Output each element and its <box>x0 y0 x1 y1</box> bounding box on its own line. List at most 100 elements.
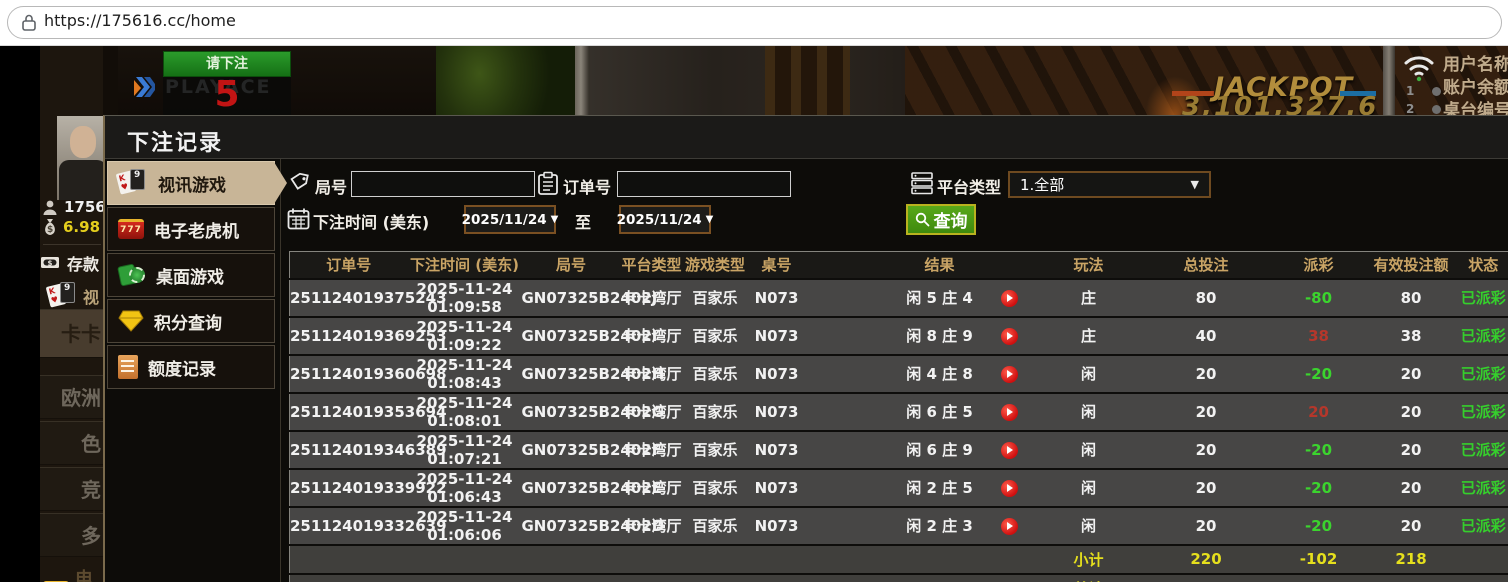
lobby-tab-active[interactable]: 卡卡 <box>40 309 103 358</box>
cell-play: 闲 <box>1034 393 1144 431</box>
table-row: 251124019339922 2025-11-24 01:06:43 GN07… <box>290 469 1508 507</box>
cell-game-no: GN07325B2402E <box>522 469 621 507</box>
cell-order-no: 251124019332639 <box>290 507 408 545</box>
clipboard-icon <box>537 171 559 196</box>
tab-points-query[interactable]: 积分查询 <box>107 299 275 343</box>
cell-game-no: GN07325B2402H <box>522 355 621 393</box>
tab-quota-records[interactable]: 额度记录 <box>107 345 275 389</box>
browser-address-bar: https://175616.cc/home <box>0 0 1508 46</box>
order-no-input[interactable] <box>617 171 791 197</box>
result-text: 闲 4 庄 8 <box>906 365 973 383</box>
summary-row: 总计 220 -102 218 <box>290 574 1508 582</box>
cell-blank <box>290 574 1034 582</box>
cell-status: 已派彩 <box>1454 355 1508 393</box>
tag-icon <box>289 172 311 194</box>
cell-platform: 卡卡湾厅 <box>621 355 683 393</box>
plant-decor <box>436 46 581 115</box>
cell-valid-bet: 80 <box>1369 279 1454 317</box>
chevron-down-icon: ▼ <box>551 214 559 225</box>
tab-slots[interactable]: 777 电子老虎机 <box>107 207 275 251</box>
cell-status: 已派彩 <box>1454 393 1508 431</box>
diamond-icon <box>118 310 144 332</box>
replay-icon[interactable] <box>1001 404 1018 421</box>
summary-row: 小计 220 -102 218 <box>290 545 1508 574</box>
cell-total-bet: 20 <box>1144 355 1269 393</box>
marble-wall <box>575 46 920 115</box>
lobby-tab[interactable]: 多 <box>40 513 103 557</box>
replay-icon[interactable] <box>1001 366 1018 383</box>
tab-label: 电子老虎机 <box>154 217 239 242</box>
game-no-input[interactable] <box>351 171 535 197</box>
platform-select[interactable]: 1.全部 ▼ <box>1008 171 1211 198</box>
tab-label: 额度记录 <box>148 355 216 380</box>
page-sidebar: 1756 $ 6.98 $ 存款 K♥9 视 卡卡 欧 <box>40 46 103 582</box>
cell-status: 已派彩 <box>1454 431 1508 469</box>
dot-icon <box>1432 87 1441 96</box>
summary-label: 总计 <box>1034 574 1144 582</box>
platform-selected-value: 1.全部 <box>1020 174 1064 195</box>
to-label: 至 <box>575 209 591 233</box>
date-from-picker[interactable]: 2025/11/24 ▼ <box>464 205 556 234</box>
slots-row[interactable]: 777 电子 <box>43 565 103 582</box>
tab-video-games[interactable]: K♥9 视讯游戏 <box>107 161 275 205</box>
cell-payout: 38 <box>1269 317 1369 355</box>
cell-game-no: GN07325B2402I <box>522 317 621 355</box>
result-text: 闲 6 庄 9 <box>906 441 973 459</box>
cell-play: 闲 <box>1034 507 1144 545</box>
result-text: 闲 6 庄 5 <box>906 403 973 421</box>
cell-status: 已派彩 <box>1454 279 1508 317</box>
cell-valid-bet: 20 <box>1369 431 1454 469</box>
summary-payout: -102 <box>1269 545 1369 574</box>
tab-label: 积分查询 <box>154 309 222 334</box>
date-to-value: 2025/11/24 <box>617 212 702 228</box>
cell-game-no: GN07325B2402J <box>522 279 621 317</box>
balance-label: 账户余额 <box>1443 73 1508 98</box>
cell-play: 闲 <box>1034 355 1144 393</box>
replay-icon[interactable] <box>1001 518 1018 535</box>
result-text: 闲 8 庄 9 <box>906 327 973 345</box>
summary-valid-bet: 218 <box>1369 574 1454 582</box>
replay-icon[interactable] <box>1001 442 1018 459</box>
tab-label: 视讯游戏 <box>158 171 226 196</box>
col-status: 状态 <box>1454 252 1508 279</box>
summary-total-bet: 220 <box>1144 574 1269 582</box>
cell-game-type: 百家乐 <box>683 317 748 355</box>
deposit-label: 存款 <box>67 251 99 275</box>
cell-game-no: GN07325B2402D <box>522 507 621 545</box>
search-button[interactable]: 查询 <box>906 204 976 235</box>
cell-game-type: 百家乐 <box>683 279 748 317</box>
lobby-tab[interactable]: 欧洲 <box>40 375 103 419</box>
cell-platform: 卡卡湾厅 <box>621 469 683 507</box>
replay-icon[interactable] <box>1001 290 1018 307</box>
video-games-row[interactable]: K♥9 视 <box>48 282 99 310</box>
lobby-tab[interactable]: 色 <box>40 421 103 465</box>
date-to-picker[interactable]: 2025/11/24 ▼ <box>619 205 711 234</box>
seat-index-2: 2 <box>1406 102 1441 116</box>
cell-order-no: 251124019346389 <box>290 431 408 469</box>
bronze-pillar <box>765 46 850 115</box>
url-text[interactable]: https://175616.cc/home <box>44 11 236 30</box>
summary-valid-bet: 218 <box>1369 545 1454 574</box>
col-game-no: 局号 <box>522 252 621 279</box>
chevron-down-icon: ▼ <box>1191 178 1199 191</box>
deposit-row[interactable]: $ 存款 <box>40 251 99 275</box>
cell-platform: 卡卡湾厅 <box>621 279 683 317</box>
banknote-icon: $ <box>40 255 62 271</box>
tab-table-games[interactable]: 桌面游戏 <box>107 253 275 297</box>
cell-table-no: N073 <box>748 355 806 393</box>
cards-icon: K♥9 <box>118 169 148 197</box>
avatar <box>57 116 107 200</box>
cell-status: 已派彩 <box>1454 507 1508 545</box>
col-bet-time: 下注时间 (美东) <box>408 252 522 279</box>
cell-valid-bet: 38 <box>1369 317 1454 355</box>
replay-icon[interactable] <box>1001 328 1018 345</box>
lobby-tab[interactable]: 竞 <box>40 467 103 511</box>
cell-table-no: N073 <box>748 393 806 431</box>
document-icon <box>118 355 138 379</box>
calendar-icon <box>287 207 310 230</box>
col-total-bet: 总投注 <box>1144 252 1269 279</box>
cell-order-no: 251124019353694 <box>290 393 408 431</box>
cell-platform: 卡卡湾厅 <box>621 431 683 469</box>
replay-icon[interactable] <box>1001 480 1018 497</box>
svg-text:$: $ <box>48 260 53 268</box>
